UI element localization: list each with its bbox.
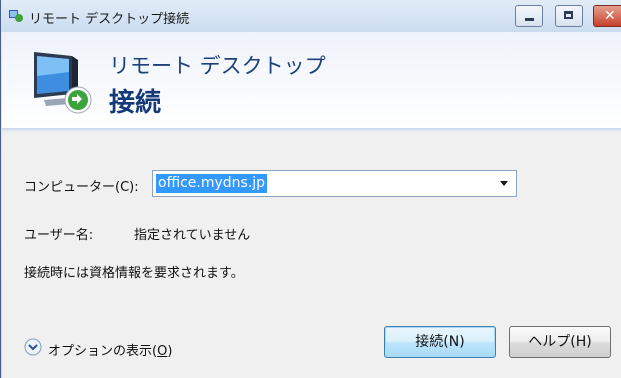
window-title: リモート デスクトップ接続 xyxy=(29,12,190,27)
minimize-icon xyxy=(525,18,534,21)
remote-desktop-icon xyxy=(9,10,23,22)
title-bar[interactable]: リモート デスクトップ接続 ✕ xyxy=(1,0,621,32)
banner-action-title: 接続 xyxy=(109,88,162,118)
maximize-icon xyxy=(564,11,573,19)
computer-label: コンピューター(C): xyxy=(24,180,139,195)
close-button[interactable]: ✕ xyxy=(593,5,621,27)
credentials-note: 接続時には資格情報を要求されます。 xyxy=(24,266,244,281)
show-options-label[interactable]: オプションの表示(O) xyxy=(48,340,172,359)
maximize-button[interactable] xyxy=(555,5,583,27)
monitor-icon xyxy=(34,52,92,114)
expand-circle-icon[interactable] xyxy=(24,338,42,356)
computer-input[interactable]: office.mydns.jp xyxy=(156,174,268,193)
help-button[interactable]: ヘルプ(H) xyxy=(509,326,611,358)
close-icon: ✕ xyxy=(604,8,616,24)
connect-button[interactable]: 接続(N) xyxy=(384,326,496,358)
user-name-value: 指定されていません xyxy=(134,228,251,243)
banner-product-name: リモート デスクトップ xyxy=(109,54,326,78)
header-banner: リモート デスクトップ 接続 xyxy=(2,32,621,128)
rdp-window: リモート デスクトップ接続 ✕ リモート デスクトップ 接続 コンピューター(C… xyxy=(0,0,621,378)
dialog-content: コンピューター(C): office.mydns.jp ユーザー名: 指定されて… xyxy=(2,132,621,378)
computer-combobox[interactable]: office.mydns.jp xyxy=(152,170,517,197)
user-name-label: ユーザー名: xyxy=(24,228,94,243)
minimize-button[interactable] xyxy=(515,5,543,27)
chevron-down-icon[interactable] xyxy=(500,181,508,186)
